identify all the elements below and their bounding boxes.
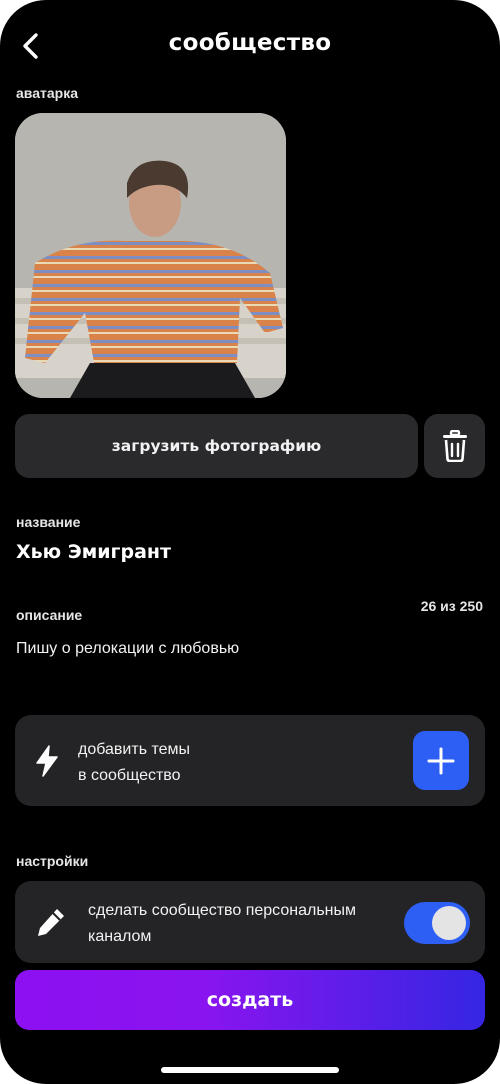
- toggle-knob: [432, 906, 466, 940]
- character-counter: 26 из 250: [420, 598, 483, 614]
- add-topics-text: добавить темы в сообщество: [78, 737, 190, 789]
- avatar-label: аватарка: [16, 85, 78, 101]
- lightning-icon-wrap: [33, 745, 61, 777]
- description-field[interactable]: Пишу о релокации с любовью: [16, 640, 239, 658]
- plus-icon: [427, 747, 455, 774]
- settings-label: настройки: [16, 853, 89, 869]
- personal-channel-setting: сделать сообщество персональным каналом: [15, 881, 485, 963]
- home-indicator[interactable]: [161, 1067, 339, 1073]
- name-label: название: [16, 514, 81, 530]
- personal-channel-line2: каналом: [88, 928, 152, 945]
- personal-channel-line1: сделать сообщество персональным: [88, 902, 356, 919]
- delete-photo-button[interactable]: [424, 414, 485, 478]
- header: сообщество: [0, 22, 500, 70]
- trash-icon: [442, 430, 467, 462]
- create-button[interactable]: создать: [15, 970, 485, 1030]
- name-field[interactable]: Хью Эмигрант: [16, 541, 171, 563]
- app-screen: сообщество аватарка загрузить фотографию: [0, 0, 500, 1084]
- pencil-icon: [38, 909, 64, 936]
- pencil-icon-wrap: [35, 906, 67, 938]
- add-topics-card[interactable]: добавить темы в сообщество: [15, 715, 485, 806]
- lightning-icon: [36, 745, 58, 777]
- add-topics-button[interactable]: [413, 731, 469, 790]
- personal-channel-text: сделать сообщество персональным каналом: [88, 898, 398, 950]
- avatar-image[interactable]: [15, 113, 286, 398]
- page-title: сообщество: [168, 30, 332, 56]
- upload-photo-button[interactable]: загрузить фотографию: [15, 414, 418, 478]
- personal-channel-toggle[interactable]: [404, 902, 470, 944]
- add-topics-line1: добавить темы: [78, 741, 191, 758]
- add-topics-line2: в сообщество: [78, 767, 181, 784]
- description-label: описание: [16, 607, 83, 623]
- avatar-photo: [15, 113, 286, 398]
